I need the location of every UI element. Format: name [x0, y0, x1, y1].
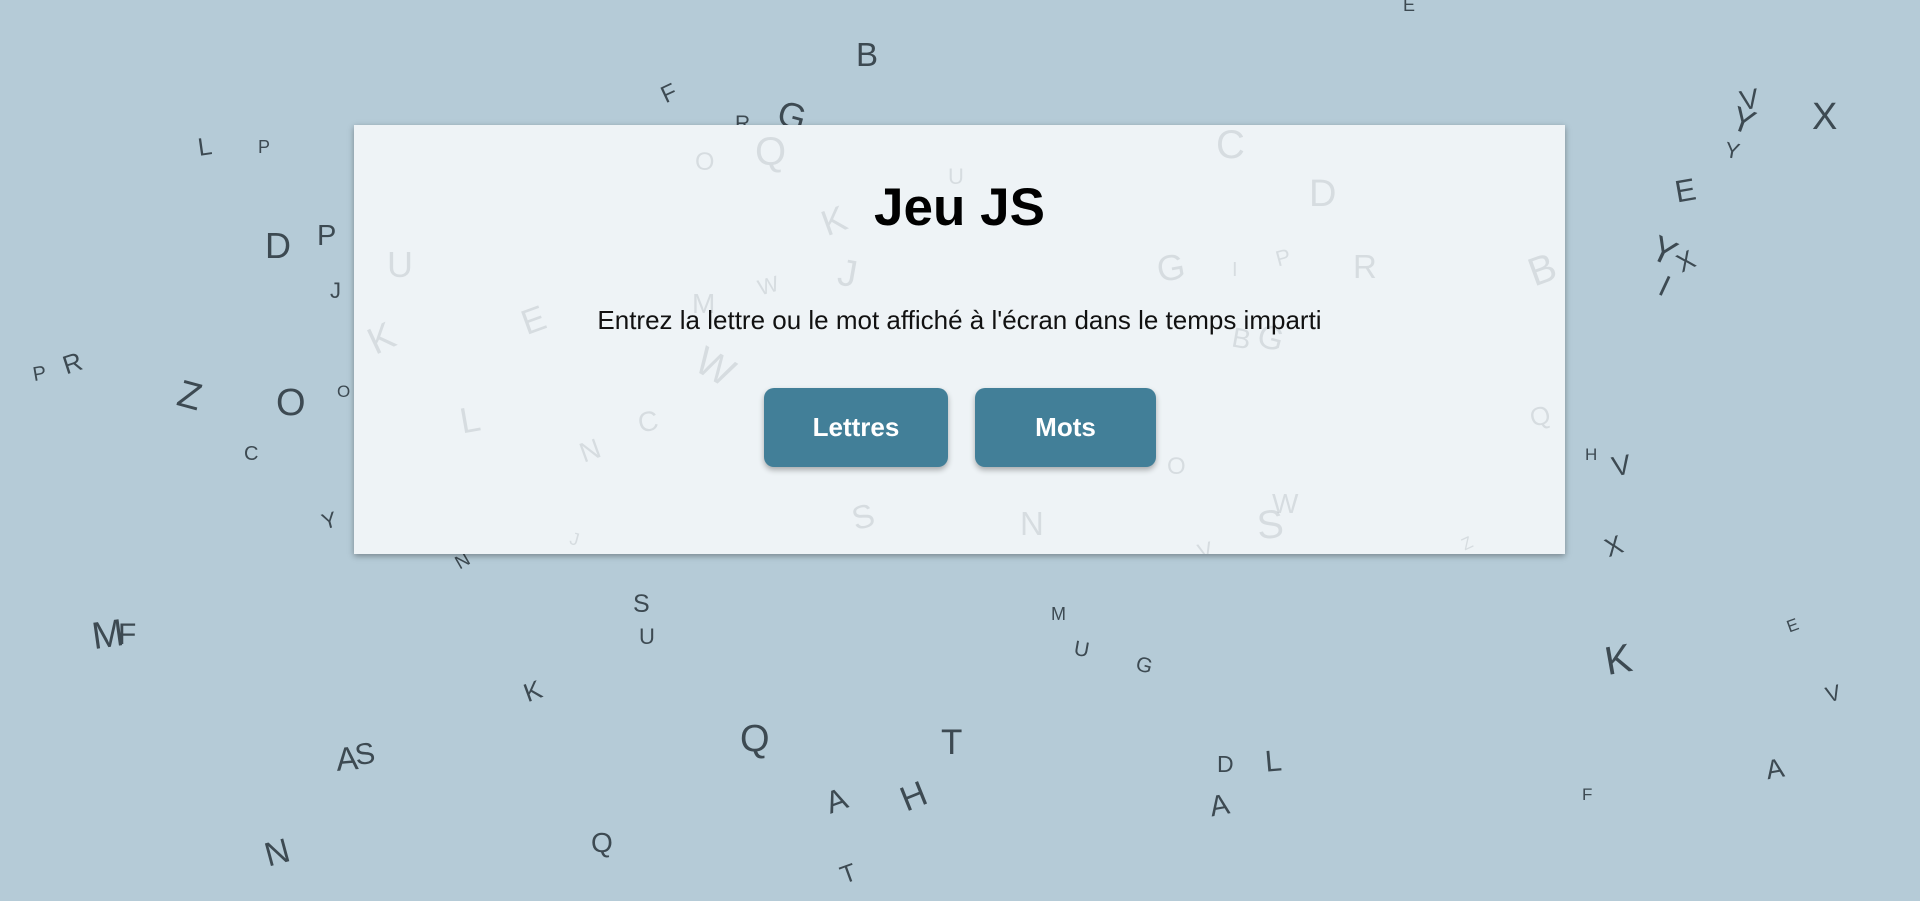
floating-letter: B — [856, 36, 879, 73]
floating-letter: V — [1822, 679, 1844, 708]
card-ghost-letter: I — [1232, 259, 1238, 281]
floating-letter: M — [1051, 604, 1066, 624]
floating-letter: A — [1207, 788, 1232, 824]
floating-letter: U — [1072, 636, 1092, 663]
floating-letter: L — [1263, 744, 1284, 779]
floating-letter: I — [1653, 269, 1676, 304]
floating-letter: T — [941, 723, 963, 762]
card-ghost-letter: O — [1167, 453, 1186, 480]
card-ghost-letter: C — [635, 404, 661, 439]
floating-letter: Q — [591, 827, 613, 858]
floating-letter: G — [1133, 652, 1156, 679]
floating-letter: P — [317, 220, 337, 252]
floating-letter: Q — [740, 718, 770, 760]
card-ghost-letter: V — [1194, 536, 1216, 554]
floating-letter: K — [519, 673, 546, 709]
card-ghost-letter: S — [847, 495, 879, 538]
floating-letter: K — [1601, 636, 1636, 684]
floating-letter: U — [639, 624, 655, 649]
card-ghost-letter: W — [754, 270, 782, 301]
game-instructions: Entrez la lettre ou le mot affiché à l'é… — [597, 305, 1322, 335]
floating-letter: S — [352, 736, 378, 773]
letters-mode-button[interactable]: Lettres — [764, 388, 948, 467]
floating-letter: Y — [1644, 226, 1684, 275]
card-ghost-letter: C — [1216, 125, 1245, 167]
page-title: Jeu JS — [874, 178, 1045, 237]
floating-letter: P — [258, 137, 271, 157]
card-ghost-letter: J — [567, 528, 582, 550]
floating-letter: L — [196, 132, 214, 162]
card-ghost-letter: N — [575, 432, 605, 469]
floating-letter: F — [1582, 785, 1593, 804]
game-card: O Q U C D K J U W M E K G I P R B B G W … — [354, 125, 1565, 554]
floating-letter: E — [1672, 171, 1699, 210]
floating-letter: X — [1600, 528, 1627, 564]
floating-letter: C — [244, 443, 259, 465]
floating-letter: V — [1609, 448, 1634, 483]
floating-letter: P — [31, 362, 49, 386]
floating-letter: T — [836, 858, 861, 890]
floating-letter: D — [265, 225, 291, 266]
card-ghost-letter: R — [1353, 248, 1377, 285]
floating-letter: A — [334, 739, 360, 778]
floating-letter: S — [633, 590, 650, 618]
floating-letter: A — [1763, 752, 1787, 786]
floating-letter: E — [1403, 0, 1416, 15]
floating-letter: R — [58, 345, 86, 381]
floating-letter: Y — [1723, 136, 1742, 165]
card-ghost-letter: Z — [1458, 532, 1476, 554]
floating-letter: D — [1217, 751, 1234, 777]
words-mode-button[interactable]: Mots — [975, 388, 1156, 467]
card-ghost-letter: B — [1522, 244, 1563, 296]
floating-letter: A — [820, 780, 853, 821]
floating-letter: H — [894, 773, 933, 820]
card-ghost-letter: Q — [1526, 398, 1554, 434]
floating-letter: Y — [318, 506, 340, 535]
card-ghost-letter: W — [1272, 488, 1299, 519]
card-ghost-letter: P — [1272, 243, 1294, 272]
floating-letter: F — [656, 78, 682, 109]
floating-letter: Y — [1726, 99, 1761, 143]
floating-letter: O — [276, 382, 306, 424]
floating-letter: H — [1585, 445, 1598, 464]
card-ghost-letter: N — [1020, 505, 1044, 542]
card-ghost-letter: L — [456, 397, 484, 442]
floating-letter: V — [1737, 82, 1762, 117]
floating-letter: X — [1671, 243, 1700, 279]
card-ghost-letter: O — [695, 148, 715, 176]
card-ghost-letter: U — [387, 244, 413, 285]
floating-letter: N — [260, 831, 295, 875]
game-stage: B F R G E L P D P J P R Z O O C Y N M F … — [0, 0, 1920, 901]
floating-letter: J — [330, 278, 341, 303]
card-ghost-letter: W — [687, 338, 743, 396]
floating-letter: Z — [172, 372, 207, 420]
floating-letter: O — [337, 382, 351, 401]
floating-letter: M — [89, 612, 127, 658]
card-ghost-letter: G — [1153, 244, 1189, 291]
floating-letter: X — [1812, 96, 1838, 138]
card-ghost-letter: S — [1255, 501, 1286, 549]
card-ghost-letter: Q — [755, 130, 787, 174]
floating-letter: E — [1784, 614, 1802, 637]
floating-letter: F — [118, 618, 137, 651]
card-ghost-letter: J — [834, 251, 861, 297]
